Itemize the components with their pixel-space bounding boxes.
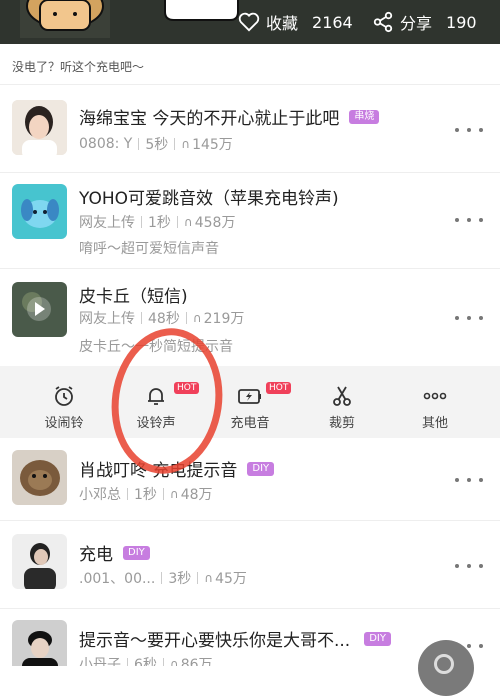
play-count: 458万 (194, 215, 236, 231)
floating-player-button[interactable] (418, 640, 474, 696)
headphone-icon: ∩ (169, 657, 179, 666)
song-author: 网友上传 (79, 311, 135, 327)
battery-charging-icon (238, 389, 261, 404)
song-title: 海绵宝宝 今天的不开心就止于此吧 (79, 109, 340, 129)
bell-icon (148, 388, 164, 405)
song-thumbnail (12, 100, 67, 155)
scissors-icon (333, 386, 351, 406)
playlist-description: 没电了？听这个充电吧～ (12, 60, 145, 74)
play-count: 145万 (192, 137, 233, 153)
share-count: 190 (446, 12, 477, 32)
favorite-button[interactable]: 收藏 2164 (238, 10, 353, 34)
favorite-label: 收藏 (266, 14, 299, 33)
more-options-icon[interactable] (455, 120, 483, 140)
more-options-icon[interactable] (455, 556, 483, 576)
charging-sound-button[interactable]: 充电音 HOT (210, 374, 292, 432)
share-label: 分享 (400, 14, 433, 33)
list-item[interactable]: YOHO可爱跳音效（苹果充电铃声) 网友上传 1秒 ∩ 458万 唷呼～超可爱短… (0, 172, 500, 268)
medley-badge: 串烧 (349, 109, 380, 124)
song-author: 网友上传 (79, 215, 135, 231)
play-count: 219万 (203, 311, 245, 327)
song-title: 肖战叮咚 充电提示音 (79, 461, 238, 481)
other-button[interactable]: 其他 (395, 374, 475, 432)
song-title: 充电 (79, 545, 113, 565)
alarm-clock-icon (55, 386, 73, 406)
tool-label: 设闹铃 (44, 416, 84, 431)
song-duration: 48秒 (148, 311, 180, 327)
song-title: 提示音～要开心要快乐你是大哥不... (79, 631, 351, 651)
tool-label: 设铃声 (136, 416, 176, 431)
favorite-count: 2164 (312, 12, 353, 32)
song-author: .001、00... (79, 571, 156, 587)
cover-illustration (20, 0, 110, 38)
song-author: 小邓总 (79, 487, 121, 503)
hot-badge: HOT (266, 382, 292, 394)
headphone-icon: ∩ (169, 487, 179, 501)
action-toolbar: 设闹铃 设铃声 HOT 充电音 HOT 裁剪 其他 (0, 366, 500, 438)
list-item[interactable]: 皮卡丘（短信) 网友上传 48秒 ∩ 219万 皮卡丘～一秒简短提示音 (0, 268, 500, 364)
trim-button[interactable]: 裁剪 (302, 374, 382, 432)
song-thumbnail (12, 450, 67, 505)
headphone-icon: ∩ (192, 311, 202, 325)
set-ringtone-button[interactable]: 设铃声 HOT (116, 374, 200, 432)
tool-label: 裁剪 (328, 416, 355, 431)
song-description: 唷呼～超可爱短信声音 (79, 241, 219, 257)
song-author: 0808: Y (79, 136, 133, 152)
song-thumbnail (12, 534, 67, 589)
list-item[interactable]: 海绵宝宝 今天的不开心就止于此吧 串烧 0808: Y 5秒 ∩ 145万 (0, 84, 500, 180)
diy-badge: DIY (364, 631, 391, 646)
header-bar: 收藏 2164 分享 190 (0, 0, 500, 44)
song-duration: 1秒 (134, 487, 157, 503)
song-thumbnail (12, 282, 67, 337)
diy-badge: DIY (247, 461, 275, 476)
tool-label: 其他 (421, 416, 448, 431)
play-count: 86万 (180, 657, 213, 666)
song-duration: 1秒 (148, 215, 171, 231)
list-item[interactable]: 充电 DIY .001、00... 3秒 ∩ 45万 (0, 520, 500, 616)
tool-label: 充电音 (230, 416, 270, 431)
heart-icon (238, 12, 260, 32)
play-count: 48万 (180, 487, 213, 503)
share-icon (373, 11, 393, 33)
song-thumbnail (12, 184, 67, 239)
set-alarm-button[interactable]: 设闹铃 (24, 374, 104, 432)
song-duration: 3秒 (168, 571, 192, 587)
more-options-icon[interactable] (455, 308, 483, 328)
song-title: 皮卡丘（短信) (79, 287, 188, 307)
song-description: 皮卡丘～一秒简短提示音 (79, 339, 233, 355)
song-duration: 6秒 (134, 657, 157, 666)
song-thumbnail (12, 620, 67, 666)
song-author: 小丹子 (79, 657, 121, 666)
hot-badge: HOT (174, 382, 200, 394)
headphone-icon: ∩ (204, 571, 214, 585)
song-title: YOHO可爱跳音效（苹果充电铃声) (79, 189, 339, 209)
song-duration: 5秒 (145, 137, 169, 153)
headphone-icon: ∩ (181, 137, 191, 151)
more-options-icon[interactable] (455, 210, 483, 230)
more-options-icon[interactable] (455, 470, 483, 490)
play-count: 45万 (215, 571, 247, 587)
share-button[interactable]: 分享 190 (372, 10, 477, 34)
cover-decoration (164, 0, 239, 21)
ellipsis-icon (423, 392, 447, 400)
headphone-icon: ∩ (183, 215, 193, 229)
diy-badge: DIY (123, 545, 150, 560)
